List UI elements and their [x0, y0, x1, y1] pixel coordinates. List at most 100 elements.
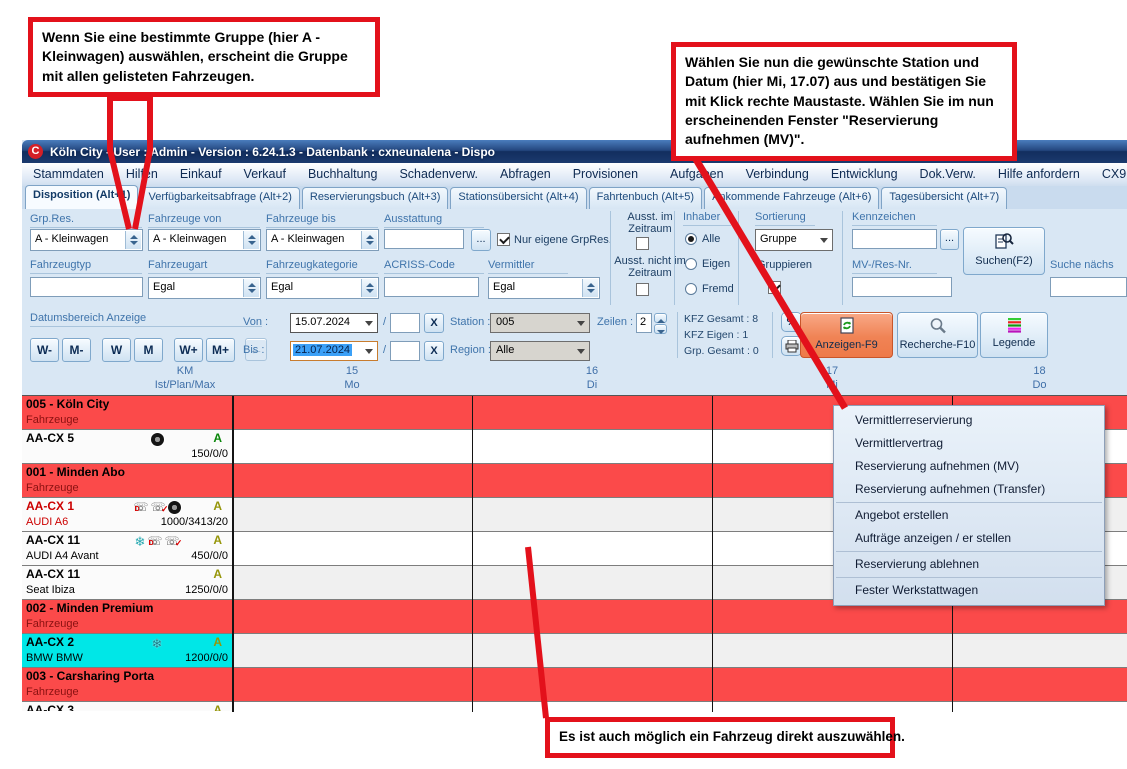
- day-cell[interactable]: [472, 566, 712, 599]
- fahrzeugkategorie-combo[interactable]: Egal: [266, 277, 379, 299]
- menu-item-reservierung-ablehnen[interactable]: Reservierung ablehnen: [834, 553, 1104, 576]
- menu-provisionen[interactable]: Provisionen: [562, 163, 649, 186]
- day-cell[interactable]: [952, 634, 1127, 667]
- menu-item-angebot-erstellen[interactable]: Angebot erstellen: [834, 504, 1104, 527]
- station-select[interactable]: 005: [490, 313, 590, 333]
- day-cell[interactable]: [232, 464, 472, 497]
- legende-button[interactable]: Legende: [980, 312, 1048, 358]
- vehicle-row-selected[interactable]: AA-CX 2 ❄ A BMW BMW 1200/0/0: [22, 634, 1127, 668]
- ausst-nicht-im-zeitraum-checkbox[interactable]: [636, 283, 649, 296]
- menu-item-vermittlervertrag[interactable]: Vermittlervertrag: [834, 432, 1104, 455]
- grp-res-combo[interactable]: A - Kleinwagen: [30, 229, 143, 251]
- day-cell[interactable]: [472, 702, 712, 711]
- month-minus-button[interactable]: M-: [62, 338, 91, 362]
- day-cell[interactable]: [232, 532, 472, 565]
- bis-clear-button[interactable]: X: [424, 341, 444, 361]
- fahrzeuge-bis-combo[interactable]: A - Kleinwagen: [266, 229, 379, 251]
- mv-res-nr-input[interactable]: [852, 277, 952, 297]
- gruppieren-checkbox[interactable]: [768, 281, 781, 294]
- day-cell[interactable]: [232, 566, 472, 599]
- day-cell[interactable]: [472, 600, 712, 633]
- menu-einkauf[interactable]: Einkauf: [169, 163, 233, 186]
- day-cell[interactable]: [472, 498, 712, 531]
- menu-item-reservierung-aufnehmen-mv[interactable]: Reservierung aufnehmen (MV): [834, 455, 1104, 478]
- von-date-combo[interactable]: 15.07.2024: [290, 313, 378, 333]
- day-cell[interactable]: [472, 532, 712, 565]
- group-row[interactable]: 003 - Carsharing Porta Fahrzeuge: [22, 668, 1127, 702]
- tab-stationsuebersicht[interactable]: Stationsübersicht (Alt+4): [450, 187, 586, 209]
- spinner-icon[interactable]: [243, 279, 259, 297]
- spinner-icon[interactable]: [243, 231, 259, 249]
- day-header-mo[interactable]: 15Mo: [232, 364, 472, 392]
- spinner-icon[interactable]: [361, 231, 377, 249]
- day-cell[interactable]: [232, 396, 472, 429]
- day-cell[interactable]: [232, 600, 472, 633]
- sortierung-select[interactable]: Gruppe: [755, 229, 833, 251]
- month-plus-button[interactable]: M+: [206, 338, 235, 362]
- print-button[interactable]: [781, 336, 802, 356]
- menu-aufgaben[interactable]: Aufgaben: [659, 163, 735, 186]
- suche-naechste-input[interactable]: [1050, 277, 1127, 297]
- menu-item-reservierung-aufnehmen-transfer[interactable]: Reservierung aufnehmen (Transfer): [834, 478, 1104, 501]
- menu-dokverw[interactable]: Dok.Verw.: [909, 163, 987, 186]
- tab-fahrtenbuch[interactable]: Fahrtenbuch (Alt+5): [589, 187, 703, 209]
- spinner-icon[interactable]: [582, 279, 598, 297]
- day-header-do[interactable]: 18Do: [952, 364, 1127, 392]
- inhaber-eigen-radio[interactable]: [685, 258, 697, 270]
- day-cell[interactable]: [232, 498, 472, 531]
- day-cell[interactable]: [952, 668, 1127, 701]
- anzeigen-button[interactable]: Anzeigen-F9: [800, 312, 893, 358]
- ausstattung-input[interactable]: [384, 229, 464, 249]
- kennzeichen-more-button[interactable]: ...: [940, 229, 959, 250]
- zeilen-down-icon[interactable]: [654, 324, 667, 334]
- von-clear-button[interactable]: X: [424, 313, 444, 333]
- week-button[interactable]: W: [102, 338, 131, 362]
- week-plus-button[interactable]: W+: [174, 338, 203, 362]
- day-header-di[interactable]: 16Di: [472, 364, 712, 392]
- bis-date-combo[interactable]: 21.07.2024: [290, 341, 378, 361]
- acriss-code-input[interactable]: [384, 277, 479, 297]
- inhaber-alle-radio[interactable]: [685, 233, 697, 245]
- day-cell[interactable]: [472, 396, 712, 429]
- day-cell[interactable]: [232, 668, 472, 701]
- day-cell[interactable]: [472, 634, 712, 667]
- menu-hilfen[interactable]: Hilfen: [115, 163, 169, 186]
- spinner-icon[interactable]: [125, 231, 141, 249]
- month-button[interactable]: M: [134, 338, 163, 362]
- menu-item-auftraege-anzeigen[interactable]: Aufträge anzeigen / er stellen: [834, 527, 1104, 550]
- tab-disposition[interactable]: Disposition (Alt+1): [25, 185, 138, 209]
- fahrzeuge-von-combo[interactable]: A - Kleinwagen: [148, 229, 261, 251]
- menu-buchhaltung[interactable]: Buchhaltung: [297, 163, 389, 186]
- week-minus-button[interactable]: W-: [30, 338, 59, 362]
- region-select[interactable]: Alle: [490, 341, 590, 361]
- menu-cx9-support[interactable]: CX9 Support: [1091, 163, 1127, 186]
- day-cell[interactable]: [232, 702, 472, 711]
- menu-hilfe-anfordern[interactable]: Hilfe anfordern: [987, 163, 1091, 186]
- vehicle-row-clipped[interactable]: AA-CX 3 A: [22, 702, 1127, 711]
- fahrzeugart-combo[interactable]: Egal: [148, 277, 261, 299]
- day-cell[interactable]: [952, 702, 1127, 711]
- day-cell[interactable]: [232, 430, 472, 463]
- ausst-im-zeitraum-checkbox[interactable]: [636, 237, 649, 250]
- zeilen-up-icon[interactable]: [654, 313, 667, 323]
- nur-eigene-checkbox[interactable]: [497, 233, 510, 246]
- tab-ankommende-fahrzeuge[interactable]: Ankommende Fahrzeuge (Alt+6): [704, 187, 879, 209]
- zeilen-input[interactable]: 2: [636, 313, 652, 333]
- von-extra-input[interactable]: [390, 313, 420, 333]
- menu-item-vermittlerreservierung[interactable]: Vermittlerreservierung: [834, 409, 1104, 432]
- bis-extra-input[interactable]: [390, 341, 420, 361]
- tab-verfuegbarkeitsabfrage[interactable]: Verfügbarkeitsabfrage (Alt+2): [140, 187, 299, 209]
- day-header-mi[interactable]: 17Mi: [712, 364, 952, 392]
- suchen-button[interactable]: Suchen(F2): [963, 227, 1045, 275]
- vermittler-combo[interactable]: Egal: [488, 277, 600, 299]
- day-cell[interactable]: [712, 702, 952, 711]
- recherche-button[interactable]: Recherche-F10: [897, 312, 978, 358]
- menu-stammdaten[interactable]: Stammdaten: [22, 163, 115, 186]
- inhaber-fremd-radio[interactable]: [685, 283, 697, 295]
- percent-button[interactable]: %: [781, 312, 802, 332]
- day-cell[interactable]: [712, 668, 952, 701]
- day-cell[interactable]: [232, 634, 472, 667]
- menu-entwicklung[interactable]: Entwicklung: [820, 163, 909, 186]
- ausstattung-more-button[interactable]: ...: [471, 229, 491, 251]
- tab-tagesuebersicht[interactable]: Tagesübersicht (Alt+7): [881, 187, 1007, 209]
